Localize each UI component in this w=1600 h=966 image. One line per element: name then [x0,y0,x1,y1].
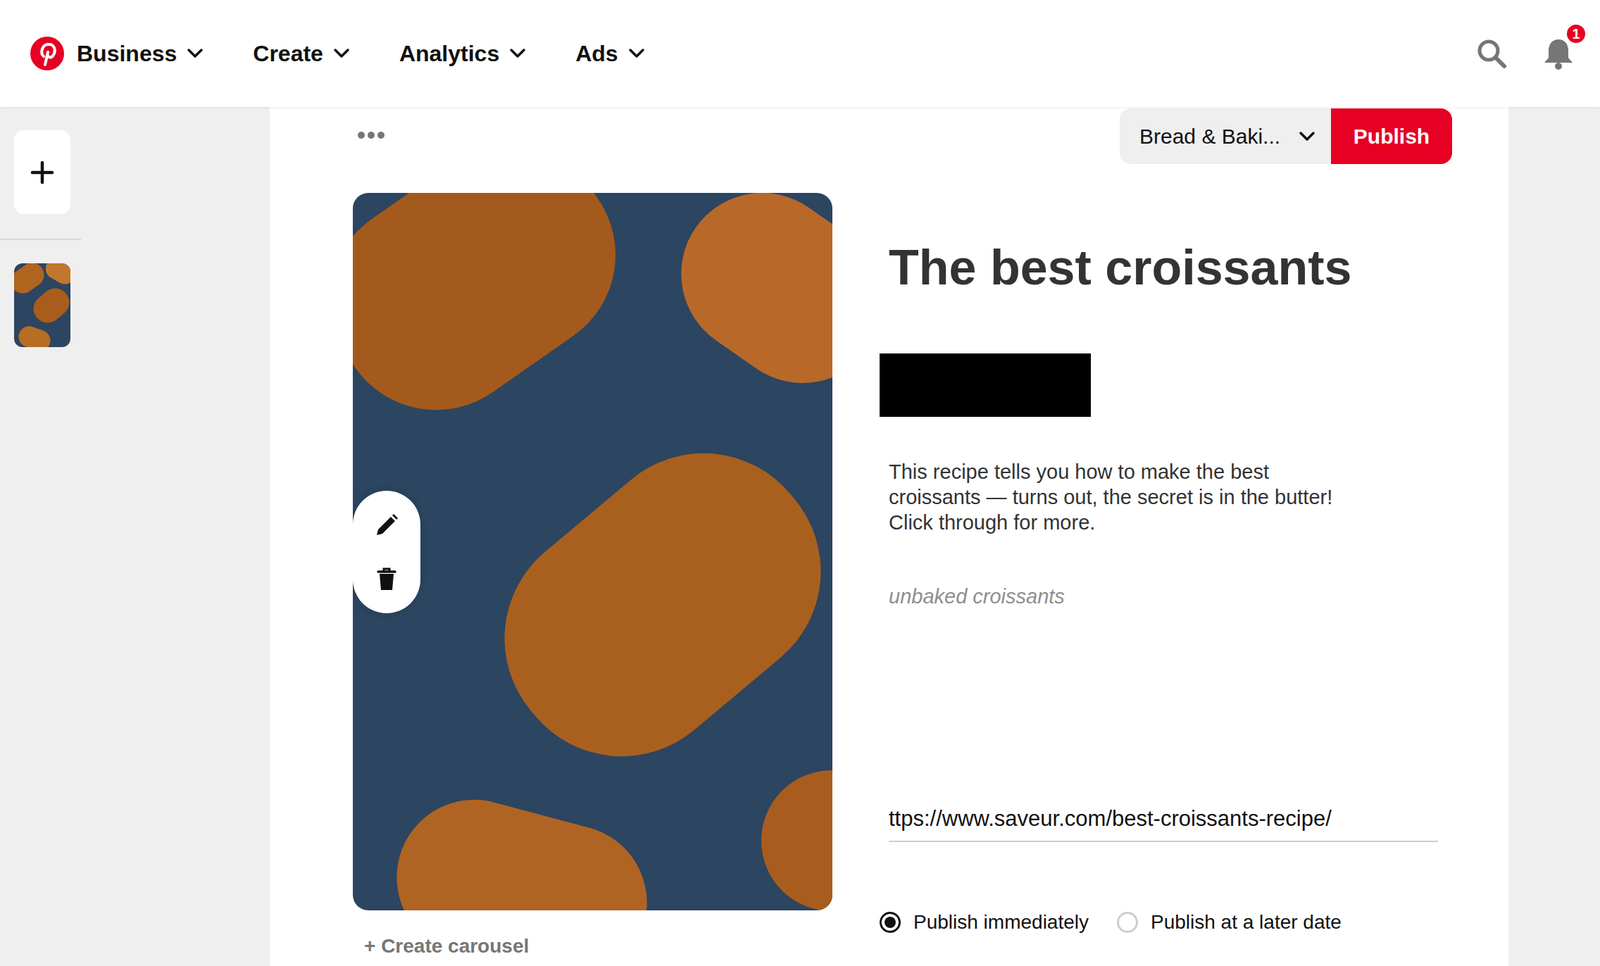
pin-title[interactable]: The best croissants [888,239,1439,296]
pin-sidebar [0,107,270,966]
nav-item[interactable]: Ads [575,36,645,71]
radio-button[interactable] [1116,911,1139,934]
create-carousel-button[interactable]: + Create carousel [364,936,833,957]
pinterest-logo-icon[interactable] [30,36,65,71]
chevron-down-icon [186,45,204,62]
sidebar-divider [0,238,81,241]
publish-option[interactable]: Publish at a later date [1116,910,1342,935]
board-dropdown[interactable]: Bread & Baki... [1119,108,1331,165]
pin-image [352,192,833,911]
publish-options: Publish immediately Publish at a later da… [879,910,1439,935]
pin-thumbnail[interactable] [14,263,71,348]
top-bar: Business Create Analytics Ads 1 [0,0,1600,108]
chevron-down-icon [1298,128,1316,146]
pin-editor: Bread & Baki... Publish [269,107,1509,966]
link-field[interactable]: ttps://www.saveur.com/best-croissants-re… [888,805,1439,843]
notification-badge: 1 [1564,22,1588,46]
ellipsis-icon [357,130,386,140]
publish-option[interactable]: Publish immediately [879,910,1089,935]
pencil-icon[interactable] [373,512,400,539]
radio-button[interactable] [879,911,901,934]
add-pin-button[interactable] [14,130,71,215]
main-nav: Business Create Analytics Ads [76,36,646,71]
chevron-down-icon [333,45,350,62]
chevron-down-icon [628,45,646,62]
nav-item[interactable]: Business [76,36,204,71]
redacted-block [879,353,1091,417]
publish-button[interactable]: Publish [1330,108,1453,165]
more-options-button[interactable] [357,130,386,140]
nav-item[interactable]: Create [252,36,350,71]
chevron-down-icon [509,45,527,62]
alt-text[interactable]: unbaked croissants [888,584,1439,609]
trash-icon[interactable] [373,566,400,592]
notifications-button[interactable]: 1 [1542,36,1575,71]
image-toolbar [352,490,421,614]
nav-item[interactable]: Analytics [399,36,527,71]
plus-icon [29,159,55,186]
search-icon[interactable] [1476,38,1508,70]
pin-description[interactable]: This recipe tells you how to make the be… [888,459,1439,536]
